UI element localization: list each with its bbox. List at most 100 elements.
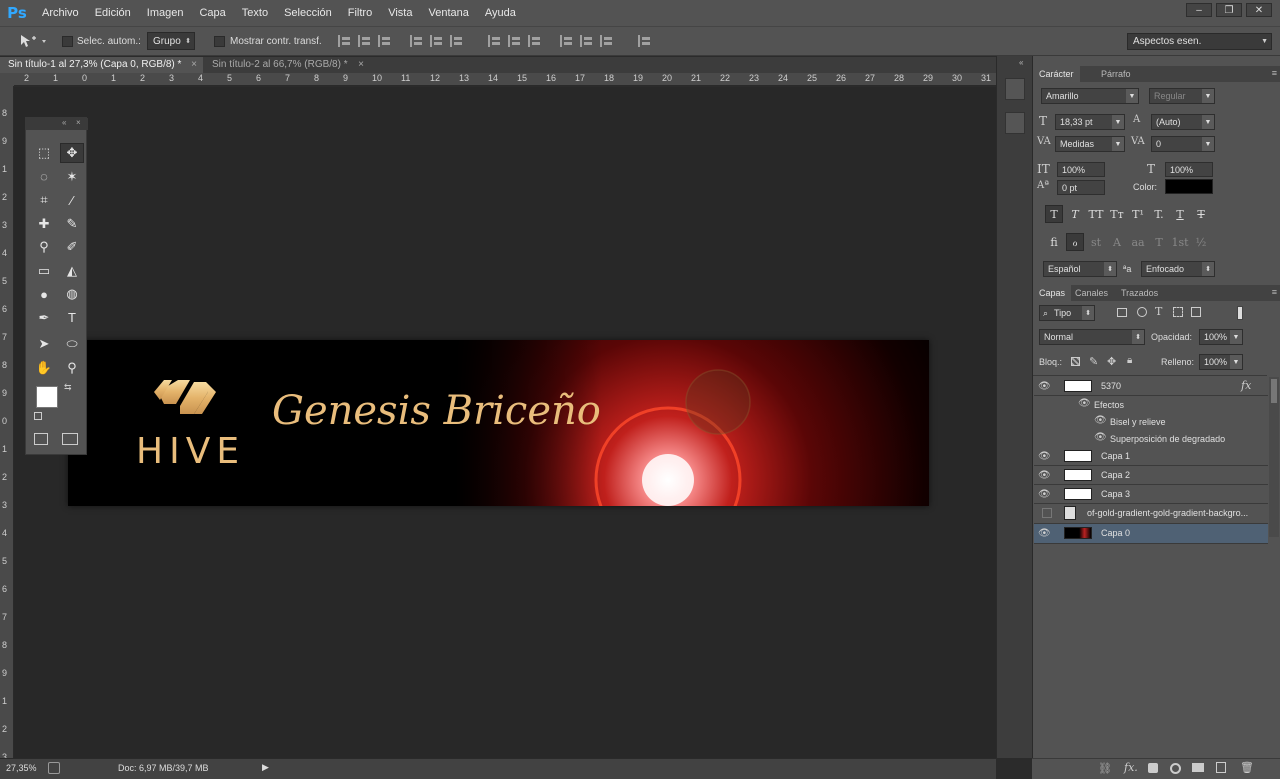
link-layers-icon[interactable]: ⛓	[1098, 762, 1112, 775]
opacity-field[interactable]: 100% ▼	[1199, 329, 1243, 345]
effect-visibility-icon[interactable]: 👁︎	[1094, 432, 1107, 443]
move-icon[interactable]: ✥	[60, 143, 84, 163]
underline-button[interactable]: T	[1171, 205, 1189, 223]
filter-adjustment-icon[interactable]	[1137, 307, 1147, 317]
distribute-bottom-icon[interactable]	[528, 35, 542, 47]
show-transform-checkbox[interactable]	[214, 36, 225, 47]
pen-icon[interactable]: ✒	[32, 308, 56, 328]
screen-mode-icon[interactable]	[62, 433, 78, 445]
language-dropdown[interactable]: Español ⬍	[1043, 261, 1117, 277]
crop-icon[interactable]: ⌗	[32, 190, 56, 210]
blur-icon[interactable]: ●	[32, 284, 56, 304]
history-brush-icon[interactable]: ✐	[60, 237, 84, 257]
menu-imagen[interactable]: Imagen	[139, 0, 192, 26]
tab-document-1[interactable]: Sin título-1 al 27,3% (Capa 0, RGB/8) * …	[0, 57, 203, 73]
restore-button[interactable]: ❐	[1216, 3, 1242, 17]
healing-brush-icon[interactable]: ✚	[32, 214, 56, 234]
horizontal-scale-field[interactable]: 100%	[1165, 162, 1213, 177]
tab-trazados[interactable]: Trazados	[1115, 285, 1164, 301]
menu-ayuda[interactable]: Ayuda	[477, 0, 524, 26]
subscript-button[interactable]: T.	[1150, 205, 1168, 223]
default-colors-icon[interactable]	[34, 412, 42, 420]
clone-stamp-icon[interactable]: ⚲	[32, 237, 56, 257]
lasso-icon[interactable]: ◌	[32, 167, 56, 187]
move-tool-preset-icon[interactable]	[18, 33, 48, 49]
filter-shape-icon[interactable]	[1173, 307, 1183, 317]
lock-pixels-icon[interactable]: ✎	[1089, 355, 1098, 368]
tab-capas[interactable]: Capas	[1033, 285, 1072, 301]
layer-row[interactable]: 👁︎ Capa 2	[1034, 466, 1268, 485]
stylistic-alternates-button[interactable]: aa	[1129, 233, 1147, 251]
text-color-swatch[interactable]	[1165, 179, 1213, 194]
discretionary-ligatures-button[interactable]: st	[1087, 233, 1105, 251]
align-vcenter-icon[interactable]	[358, 35, 372, 47]
layer-row[interactable]: 👁︎ Capa 3	[1034, 485, 1268, 504]
new-group-icon[interactable]	[1192, 763, 1204, 772]
font-size-field[interactable]: 18,33 pt ▼	[1055, 114, 1125, 130]
align-left-icon[interactable]	[410, 35, 424, 47]
history-panel-icon[interactable]	[1005, 78, 1025, 100]
eyedropper-icon[interactable]: ⁄	[60, 190, 84, 210]
layer-row[interactable]: 👁︎ Capa 1	[1034, 447, 1268, 466]
standard-ligatures-button[interactable]: fi	[1045, 233, 1063, 251]
distribute-left-icon[interactable]	[560, 35, 574, 47]
menu-vista[interactable]: Vista	[380, 0, 420, 26]
fill-field[interactable]: 100% ▼	[1199, 354, 1243, 370]
foreground-color-swatch[interactable]	[36, 386, 58, 408]
align-right-icon[interactable]	[450, 35, 464, 47]
quick-mask-icon[interactable]	[34, 433, 48, 445]
visibility-eye-icon[interactable]: 👁︎	[1038, 451, 1052, 462]
layer-filter-dropdown[interactable]: ⌕ Tipo ⬍	[1039, 305, 1095, 321]
new-layer-icon[interactable]	[1216, 762, 1226, 773]
layer-row[interactable]: 👁︎ 5370	[1034, 377, 1268, 396]
eraser-icon[interactable]: ▭	[32, 261, 56, 281]
antialias-dropdown[interactable]: Enfocado ⬍	[1141, 261, 1215, 277]
marquee-icon[interactable]: ⬚	[32, 143, 56, 163]
ellipse-icon[interactable]: ⬭	[60, 334, 84, 354]
delete-layer-icon[interactable]: 🗑︎	[1240, 761, 1254, 774]
close-tab-icon[interactable]: ×	[191, 57, 197, 73]
distribute-top-icon[interactable]	[488, 35, 502, 47]
effect-visibility-icon[interactable]: 👁︎	[1078, 398, 1091, 409]
visibility-eye-icon[interactable]: 👁︎	[1038, 470, 1052, 481]
tab-parrafo[interactable]: Párrafo	[1095, 66, 1137, 82]
lock-transparency-icon[interactable]	[1071, 357, 1080, 366]
zoom-icon[interactable]: ⚲	[60, 358, 84, 378]
align-bottom-icon[interactable]	[378, 35, 392, 47]
layer-row[interactable]: 👁︎👁︎Bisel y relieve	[1034, 413, 1268, 430]
swash-button[interactable]: A	[1108, 233, 1126, 251]
vertical-scale-field[interactable]: 100%	[1057, 162, 1105, 177]
menu-seleccion[interactable]: Selección	[276, 0, 340, 26]
distribute-vcenter-icon[interactable]	[508, 35, 522, 47]
filter-toggle-icon[interactable]	[1237, 306, 1243, 320]
faux-italic-button[interactable]: T	[1066, 205, 1084, 223]
auto-align-icon[interactable]	[638, 35, 652, 47]
menu-filtro[interactable]: Filtro	[340, 0, 380, 26]
strikethrough-button[interactable]: T	[1192, 205, 1210, 223]
fractions-button[interactable]: ½	[1192, 233, 1210, 251]
document-artboard[interactable]: HIVE Genesis Briceño	[68, 340, 929, 506]
tools-panel-header[interactable]: « ×	[26, 118, 88, 130]
effect-visibility-icon[interactable]: 👁︎	[1094, 415, 1107, 426]
zoom-level[interactable]: 27,35%	[6, 763, 37, 773]
tracking-field[interactable]: 0 ▼	[1151, 136, 1215, 152]
panel-menu-icon[interactable]: ≡	[1272, 287, 1277, 297]
baseline-shift-field[interactable]: 0 pt	[1057, 180, 1105, 195]
properties-panel-icon[interactable]	[1005, 112, 1025, 134]
layer-row[interactable]: 👁︎ Capa 0	[1034, 524, 1268, 544]
all-caps-button[interactable]: TT	[1087, 205, 1105, 223]
superscript-button[interactable]: T¹	[1129, 205, 1147, 223]
leading-field[interactable]: (Auto) ▼	[1151, 114, 1215, 130]
align-top-icon[interactable]	[338, 35, 352, 47]
add-mask-icon[interactable]	[1148, 763, 1158, 773]
add-style-icon[interactable]: fx.	[1124, 761, 1138, 774]
menu-ventana[interactable]: Ventana	[420, 0, 476, 26]
magic-wand-icon[interactable]: ✶	[60, 167, 84, 187]
auto-select-dropdown[interactable]: Grupo ⬍	[147, 32, 195, 50]
new-adjustment-icon[interactable]	[1170, 763, 1181, 774]
visibility-eye-icon[interactable]: 👁︎	[1038, 489, 1052, 500]
blend-mode-dropdown[interactable]: Normal ⬍	[1039, 329, 1145, 345]
tab-caracter[interactable]: Carácter	[1033, 66, 1080, 82]
visibility-eye-icon[interactable]: 👁︎	[1038, 528, 1052, 539]
distribute-right-icon[interactable]	[600, 35, 614, 47]
